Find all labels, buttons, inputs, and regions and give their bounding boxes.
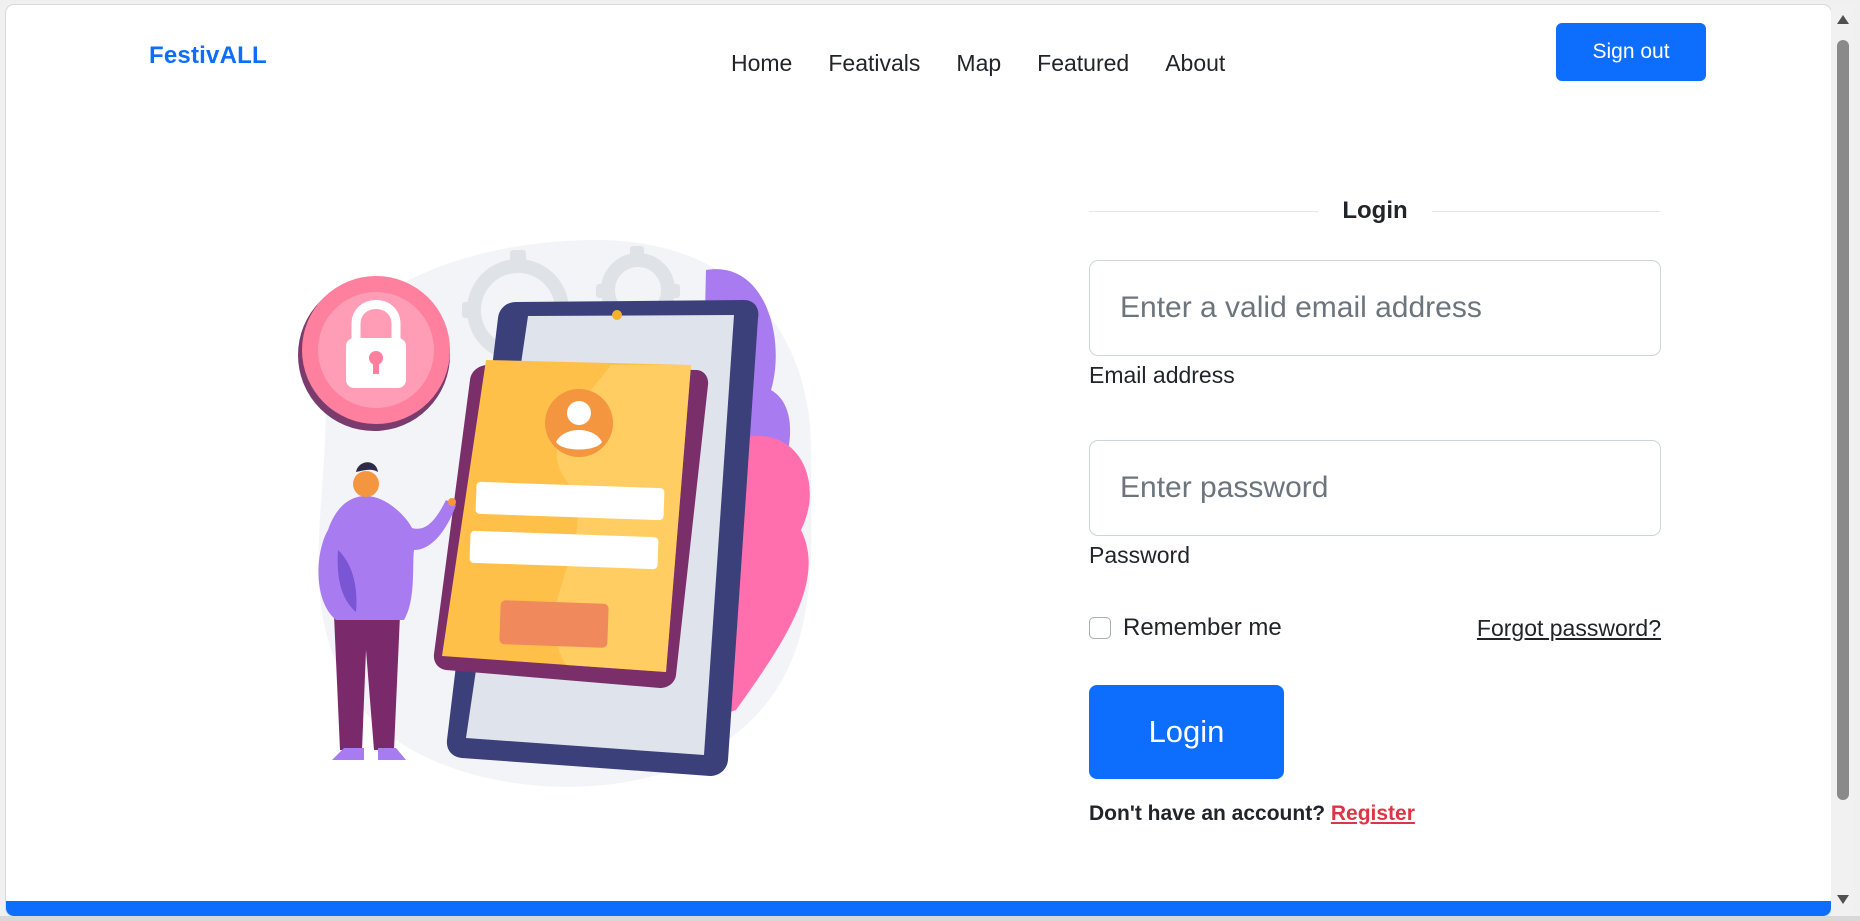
remember-label: Remember me — [1123, 614, 1282, 641]
scroll-down-arrow-icon[interactable] — [1837, 895, 1849, 904]
remember-me[interactable]: Remember me — [1089, 614, 1282, 642]
remember-checkbox[interactable] — [1089, 617, 1111, 639]
divider-right — [1431, 210, 1661, 212]
password-group: Password — [1089, 440, 1661, 569]
login-heading: Login — [1089, 195, 1661, 227]
nav-link-featured[interactable]: Featured — [1019, 49, 1147, 77]
nav-link-map[interactable]: Map — [938, 49, 1019, 77]
login-form: Login Email address Password Remember me… — [1089, 195, 1661, 826]
register-prompt-text: Don't have an account? — [1089, 802, 1326, 825]
main-nav: Home Feativals Map Featured About — [731, 49, 1243, 77]
scroll-thumb[interactable] — [1837, 40, 1849, 800]
divider-left — [1089, 210, 1319, 212]
register-link[interactable]: Register — [1331, 802, 1415, 825]
brand-logo[interactable]: FestivALL — [149, 42, 267, 70]
window-bottom-edge — [0, 916, 1860, 921]
footer-bar — [6, 901, 1831, 916]
browser-viewport: FestivALL Home Feativals Map Featured Ab… — [6, 5, 1831, 916]
scroll-up-arrow-icon[interactable] — [1837, 15, 1849, 24]
login-title: Login — [1342, 197, 1408, 224]
nav-link-festivals[interactable]: Feativals — [810, 49, 938, 77]
login-illustration — [298, 240, 812, 787]
email-input[interactable] — [1089, 260, 1661, 356]
login-button[interactable]: Login — [1089, 685, 1284, 779]
password-input[interactable] — [1089, 440, 1661, 536]
nav-link-home[interactable]: Home — [731, 49, 810, 77]
vertical-scrollbar[interactable] — [1831, 5, 1854, 916]
form-options: Remember me Forgot password? — [1089, 613, 1661, 643]
padlock-icon — [298, 276, 450, 431]
user-avatar-icon — [545, 389, 613, 457]
nav-link-about[interactable]: About — [1147, 49, 1243, 77]
register-prompt: Don't have an account? Register — [1089, 802, 1661, 826]
sign-out-button[interactable]: Sign out — [1556, 23, 1706, 81]
email-group: Email address — [1089, 260, 1661, 389]
forgot-password-link[interactable]: Forgot password? — [1477, 615, 1661, 642]
password-label: Password — [1089, 542, 1190, 568]
email-label: Email address — [1089, 362, 1235, 388]
